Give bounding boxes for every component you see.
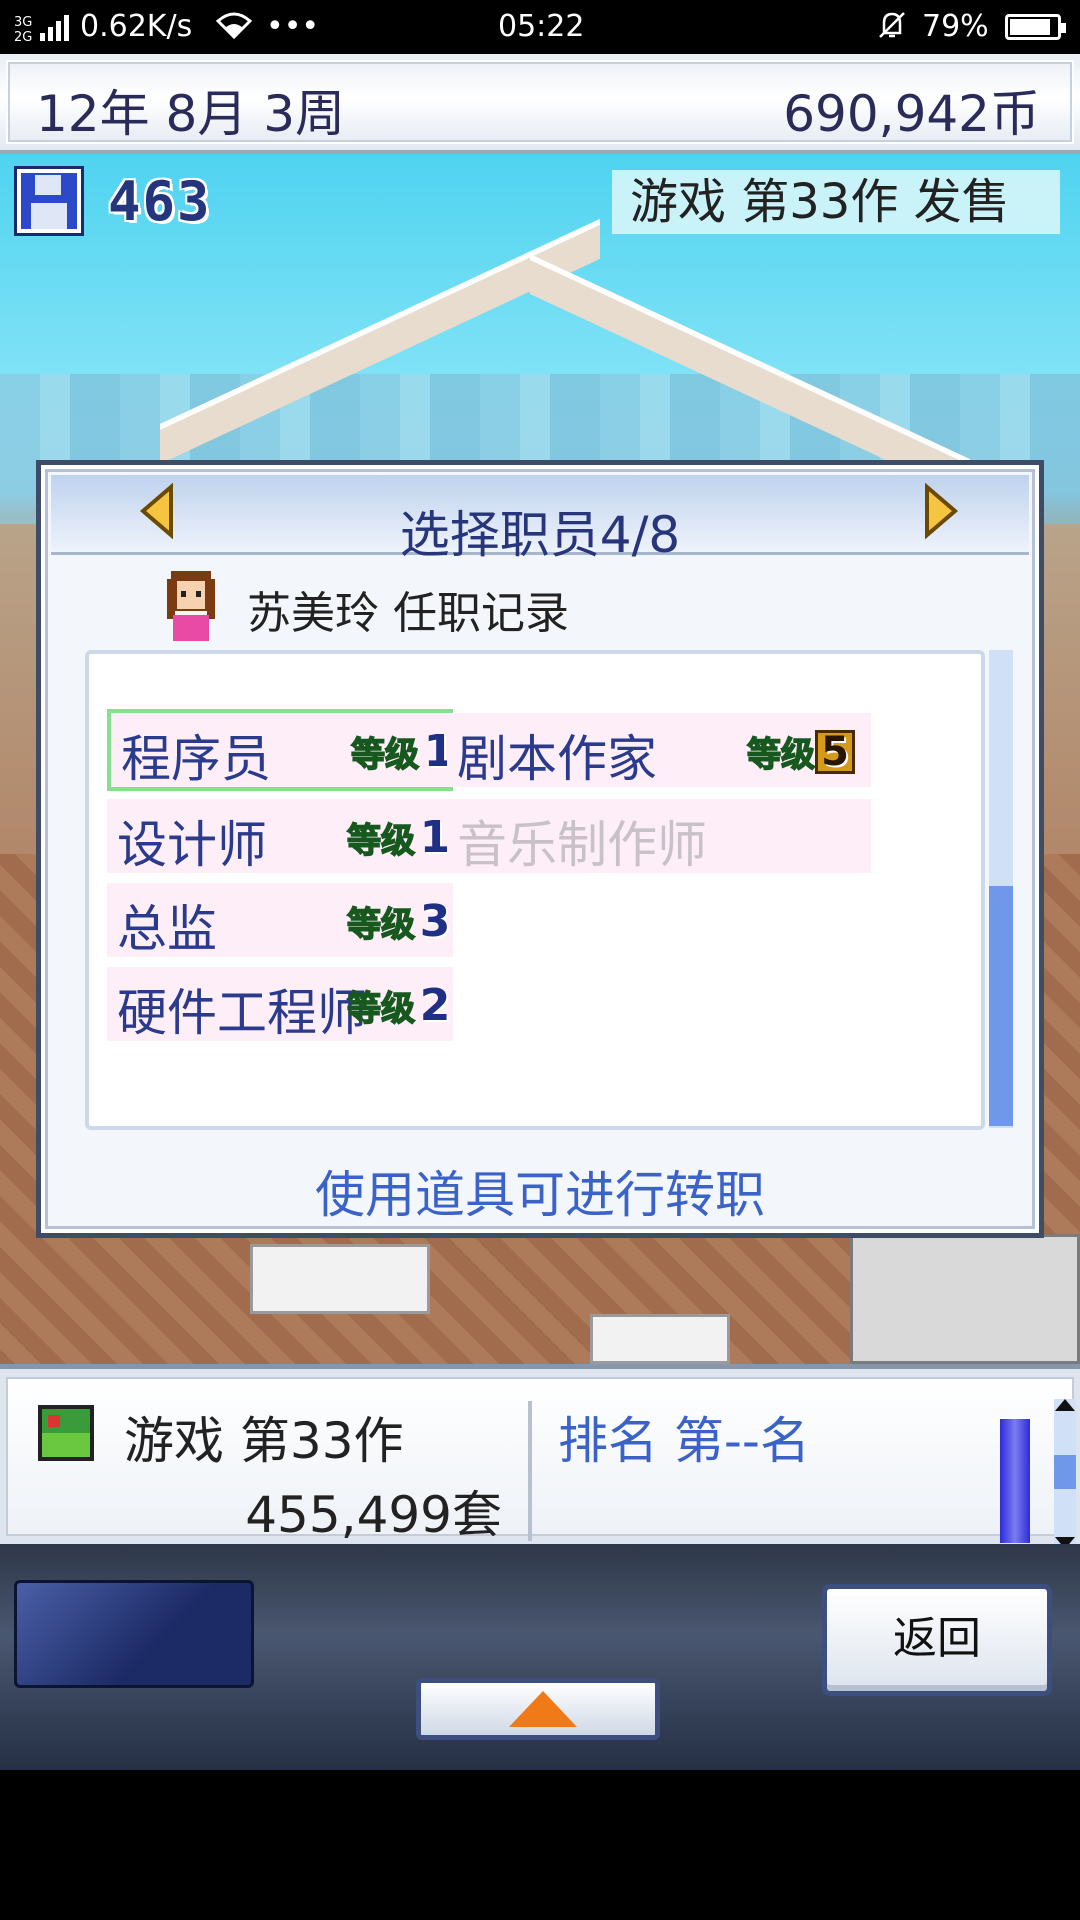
arrow-up-icon bbox=[509, 1691, 577, 1727]
battery-percent: 79% bbox=[922, 9, 989, 44]
job-name: 设计师 bbox=[117, 816, 267, 874]
job-name: 程序员 bbox=[121, 730, 271, 788]
arrow-right-icon bbox=[925, 482, 959, 540]
select-staff-dialog: 选择职员4/8 苏美玲 任职记录 程序员 等级1 剧本作家 等级5 设计师 bbox=[36, 460, 1044, 1238]
job-item-scriptwriter[interactable]: 剧本作家 等级 5 bbox=[447, 713, 871, 788]
job-level: 等级 5 bbox=[746, 727, 855, 776]
signal-icon: 3G 2G bbox=[14, 9, 70, 44]
game-sales: 455,499套 bbox=[245, 1486, 502, 1544]
battery-icon bbox=[1005, 14, 1066, 40]
job-name: 总监 bbox=[117, 900, 217, 958]
job-item-programmer[interactable]: 程序员 等级 1 bbox=[107, 709, 454, 791]
office-desk bbox=[590, 1314, 730, 1364]
job-level: 等级 1 bbox=[350, 725, 455, 777]
panel-scrollbar[interactable] bbox=[1054, 1399, 1076, 1549]
scrollbar-thumb[interactable] bbox=[989, 886, 1013, 1126]
top-info-bar: 12年 8月 3周 690,942币 bbox=[0, 54, 1080, 154]
rank-gauge bbox=[1000, 1419, 1030, 1543]
floppy-disk-icon bbox=[14, 166, 84, 236]
expand-button[interactable] bbox=[416, 1678, 660, 1740]
dialog-title: 选择职员4/8 bbox=[399, 506, 681, 564]
job-item-director[interactable]: 总监 等级 3 bbox=[107, 883, 453, 958]
scroll-up-icon[interactable] bbox=[1055, 1399, 1075, 1411]
game-cartridge-icon bbox=[38, 1405, 94, 1461]
wifi-icon bbox=[214, 9, 254, 47]
staff-avatar bbox=[161, 567, 221, 641]
bottom-nav: 返回 bbox=[0, 1544, 1080, 1770]
sales-panel: 游戏 第33作 455,499套 排名 第--名 bbox=[0, 1364, 1080, 1549]
more-indicator: ••• bbox=[266, 9, 320, 44]
job-item-hardware-engineer[interactable]: 硬件工程师 等级 2 bbox=[107, 967, 453, 1042]
job-name: 硬件工程师 bbox=[117, 984, 367, 1042]
sales-rank: 排名 第--名 bbox=[558, 1412, 810, 1470]
office-desk bbox=[250, 1244, 430, 1314]
back-button[interactable]: 返回 bbox=[822, 1584, 1052, 1696]
menu-button[interactable] bbox=[14, 1580, 254, 1688]
release-banner: 游戏 第33作 发售 bbox=[612, 170, 1060, 234]
employee-record-title: 苏美玲 任职记录 bbox=[247, 588, 569, 639]
job-item-designer[interactable]: 设计师 等级 1 bbox=[107, 799, 453, 874]
screen-bottom bbox=[0, 1770, 1080, 1920]
dialog-header: 选择职员4/8 bbox=[51, 475, 1029, 564]
money-display: 690,942币 bbox=[783, 85, 1040, 143]
svg-text:3G: 3G bbox=[14, 15, 32, 30]
mute-bell-icon bbox=[876, 9, 908, 49]
network-speed: 0.62K/s bbox=[80, 9, 193, 44]
svg-text:2G: 2G bbox=[14, 30, 32, 43]
next-staff-button[interactable] bbox=[909, 481, 969, 541]
job-name: 音乐制作师 bbox=[457, 816, 707, 874]
job-item-music-composer[interactable]: 音乐制作师 bbox=[447, 799, 871, 874]
job-level: 等级 3 bbox=[346, 895, 451, 947]
job-level: 等级 1 bbox=[346, 811, 451, 863]
job-name: 剧本作家 bbox=[457, 730, 657, 788]
scrollbar-thumb[interactable] bbox=[1054, 1455, 1076, 1489]
job-change-hint: 使用道具可进行转职 bbox=[315, 1166, 765, 1224]
clock: 05:22 bbox=[498, 9, 585, 44]
game-title: 游戏 第33作 bbox=[124, 1412, 404, 1470]
bookshelf bbox=[850, 1234, 1080, 1364]
save-count: 463 bbox=[108, 170, 212, 233]
job-level: 等级 2 bbox=[346, 979, 451, 1031]
game-date: 12年 8月 3周 bbox=[36, 85, 346, 143]
job-list-scrollbar[interactable] bbox=[989, 650, 1013, 1128]
panel-divider bbox=[528, 1401, 532, 1541]
status-bar: 3G 2G 0.62K/s ••• 05:22 79% bbox=[0, 0, 1080, 54]
